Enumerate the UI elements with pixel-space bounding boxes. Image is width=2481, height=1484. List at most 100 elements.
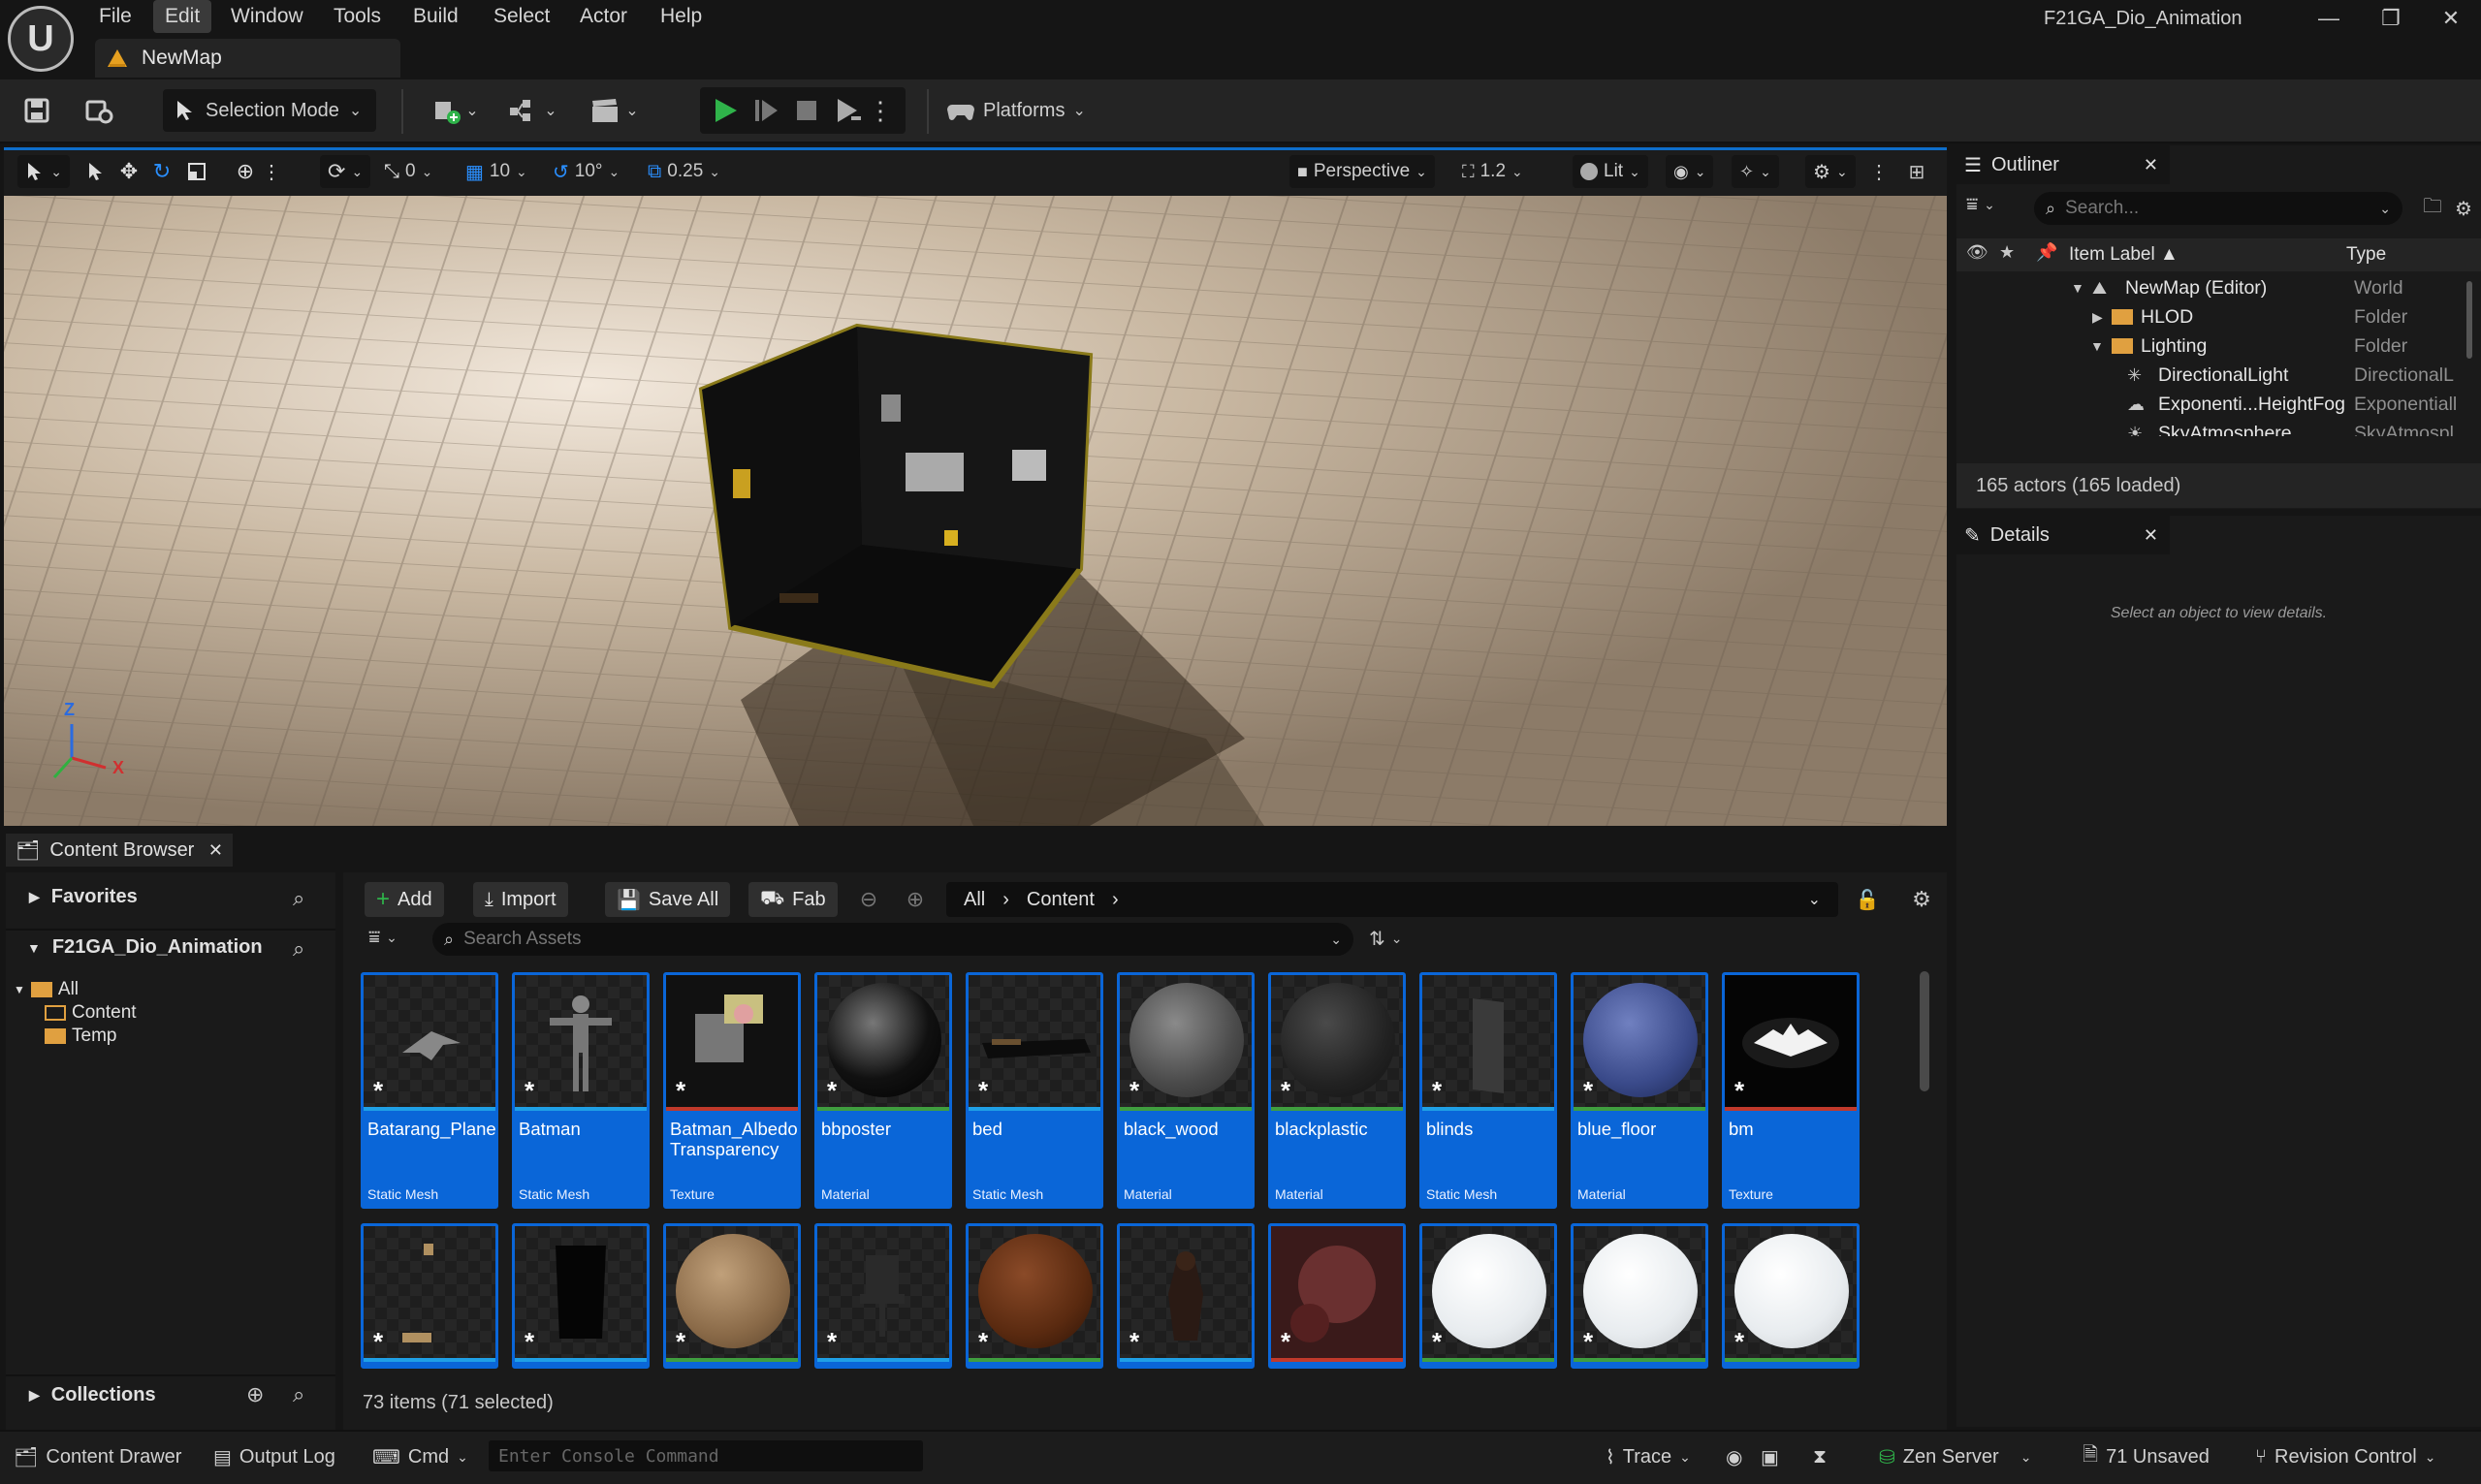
asset-tile[interactable]: * [1268, 1223, 1406, 1369]
close-icon[interactable]: ✕ [2144, 525, 2158, 546]
pin-column-icon[interactable]: 📌 [2036, 242, 2057, 263]
menu-actor[interactable]: Actor [568, 0, 639, 33]
asset-tile[interactable]: * [512, 1223, 650, 1369]
close-icon[interactable]: ✕ [2144, 155, 2158, 175]
asset-tile[interactable]: * blinds Static Mesh [1419, 972, 1557, 1209]
outliner-search-input[interactable]: ⌕ Search... ⌄ [2034, 192, 2402, 225]
map-tab[interactable]: NewMap [95, 39, 400, 78]
breadcrumb-all[interactable]: All [964, 889, 985, 911]
source-control-icon[interactable] [78, 89, 120, 132]
tree-row[interactable]: ☀ SkyAtmosphere SkyAtmospl [1956, 419, 2481, 437]
asset-tile[interactable]: * Batman Static Mesh [512, 972, 650, 1209]
asset-tile[interactable]: * blue_floor Material [1571, 972, 1708, 1209]
content-browser-tab[interactable]: 🗂 Content Browser ✕ [6, 834, 233, 867]
asset-tile[interactable]: * black_wood Material [1117, 972, 1255, 1209]
breadcrumb-content[interactable]: Content [1027, 889, 1095, 911]
world-local-icon[interactable]: ⊕ [231, 155, 260, 188]
play-icon[interactable] [704, 89, 747, 132]
outliner-scrollbar[interactable] [2466, 281, 2472, 359]
unreal-logo-icon[interactable]: U [8, 6, 74, 72]
platforms-dropdown[interactable]: Platforms ⌄ [946, 91, 1086, 130]
surface-snap-dropdown[interactable]: ⟳ ⌄ [320, 155, 371, 188]
outliner-tab[interactable]: ☰ Outliner ✕ [1956, 145, 2170, 184]
menu-window[interactable]: Window [219, 0, 315, 33]
rotation-snap-toggle[interactable]: ⤡ 0 ⌄ [384, 155, 432, 188]
favorites-section[interactable]: ▶ Favorites [29, 886, 138, 908]
menu-tools[interactable]: Tools [322, 0, 393, 33]
save-all-button[interactable]: 💾 Save All [605, 882, 731, 917]
save-icon[interactable] [16, 89, 58, 132]
add-folder-icon[interactable]: 🗀 [2418, 194, 2447, 223]
menu-select[interactable]: Select [482, 0, 561, 33]
trace-dropdown[interactable]: ⌇ Trace ⌄ [1606, 1439, 1691, 1474]
hourglass-icon[interactable]: ⧗ [1813, 1439, 1827, 1474]
search-icon[interactable]: ⌕ [293, 886, 304, 911]
tree-row[interactable]: ✳ DirectionalLight DirectionalL [1956, 361, 2481, 390]
gear-icon[interactable]: ⚙ [1906, 884, 1937, 915]
transform-options-icon[interactable]: ⋮ [262, 155, 281, 188]
menu-edit[interactable]: Edit [153, 0, 212, 33]
asset-scrollbar[interactable] [1920, 971, 1929, 1091]
asset-tile[interactable]: * Batman_Albedo Transparency Texture [663, 972, 801, 1209]
cinematics-button[interactable]: ⌄ [586, 89, 644, 132]
menu-help[interactable]: Help [649, 0, 714, 33]
type-column[interactable]: Type [2346, 244, 2386, 266]
filter-dropdown[interactable]: ⩸ ⌄ [368, 927, 398, 949]
eject-icon[interactable] [826, 89, 869, 132]
performance-dropdown[interactable]: ✧ ⌄ [1732, 155, 1779, 188]
content-drawer-button[interactable]: 🗂 Content Drawer [14, 1439, 181, 1474]
asset-tile[interactable]: * bbposter Material [814, 972, 952, 1209]
viewport-options-icon[interactable]: ⋮ [1869, 155, 1889, 188]
cmd-dropdown[interactable]: ⌨ Cmd ⌄ [372, 1439, 468, 1474]
tree-row[interactable]: ▼ ⛰ NewMap (Editor) World [1956, 273, 2481, 302]
star-column-icon[interactable]: ★ [1999, 242, 2015, 263]
add-collection-icon[interactable]: ⊕ [246, 1382, 264, 1407]
asset-tile[interactable]: * [814, 1223, 952, 1369]
layout-icon[interactable]: ⊞ [1900, 155, 1933, 188]
output-log-button[interactable]: ▤ Output Log [213, 1439, 335, 1474]
chevron-down-icon[interactable]: ⌄ [1808, 890, 1821, 909]
angle-snap-toggle[interactable]: ↺ 10° ⌄ [553, 155, 620, 188]
revision-control-dropdown[interactable]: ⑂ Revision Control ⌄ [2255, 1439, 2435, 1474]
unsaved-button[interactable]: 🗎 71 Unsaved [2083, 1439, 2210, 1474]
asset-tile[interactable]: * [663, 1223, 801, 1369]
level-viewport[interactable] [4, 196, 1947, 826]
close-window-button[interactable]: ✕ [2432, 4, 2470, 33]
gear-icon[interactable]: ⚙ [2449, 194, 2478, 223]
item-label-column[interactable]: Item Label ▲ [2069, 244, 2179, 266]
blueprint-button[interactable]: ⌄ [504, 89, 562, 132]
visibility-column-icon[interactable]: 👁 [1966, 242, 1988, 263]
back-icon[interactable]: ⊖ [853, 884, 884, 915]
scale-tool-icon[interactable] [182, 155, 211, 188]
asset-tile[interactable]: * bed Static Mesh [966, 972, 1103, 1209]
asset-tile[interactable]: * [361, 1223, 498, 1369]
grid-snap-toggle[interactable]: ▦ 10 ⌄ [465, 155, 527, 188]
tree-item-temp[interactable]: Temp [45, 1026, 116, 1047]
collections-section[interactable]: ▶ Collections [29, 1384, 156, 1406]
sort-dropdown[interactable]: ⇅ ⌄ [1369, 927, 1403, 951]
import-button[interactable]: ⤓ Import [473, 882, 568, 917]
asset-tile[interactable]: * [1571, 1223, 1708, 1369]
asset-search-input[interactable]: ⌕ Search Assets ⌄ [432, 923, 1353, 956]
menu-file[interactable]: File [87, 0, 143, 33]
tree-row[interactable]: ☁ Exponenti...HeightFog Exponentiall [1956, 390, 2481, 419]
tree-row[interactable]: ▶ HLOD Folder [1956, 302, 2481, 332]
scale-snap-toggle[interactable]: ⧉ 0.25 ⌄ [648, 155, 720, 188]
lock-icon[interactable]: 🔓 [1852, 884, 1883, 915]
viewport-settings-dropdown[interactable]: ⚙ ⌄ [1805, 155, 1856, 188]
tree-item-content[interactable]: Content [45, 1002, 137, 1024]
tree-item-all[interactable]: ▼ All [14, 979, 79, 1000]
play-options-icon[interactable]: ⋮ [868, 89, 893, 132]
add-button[interactable]: + Add [365, 882, 444, 917]
selection-mode-dropdown[interactable]: Selection Mode ⌄ [163, 89, 376, 132]
search-icon[interactable]: ⌕ [293, 936, 304, 962]
select-tool-icon[interactable] [81, 155, 111, 188]
asset-tile[interactable]: * [1419, 1223, 1557, 1369]
filter-dropdown[interactable]: ⩸ ⌄ [1966, 194, 1995, 216]
stop-icon[interactable] [785, 89, 828, 132]
record-icon[interactable]: ◉ [1726, 1439, 1742, 1474]
view-mode-dropdown[interactable]: Lit ⌄ [1573, 155, 1648, 188]
close-icon[interactable]: ✕ [208, 840, 223, 861]
step-icon[interactable] [745, 89, 787, 132]
forward-icon[interactable]: ⊕ [900, 884, 931, 915]
